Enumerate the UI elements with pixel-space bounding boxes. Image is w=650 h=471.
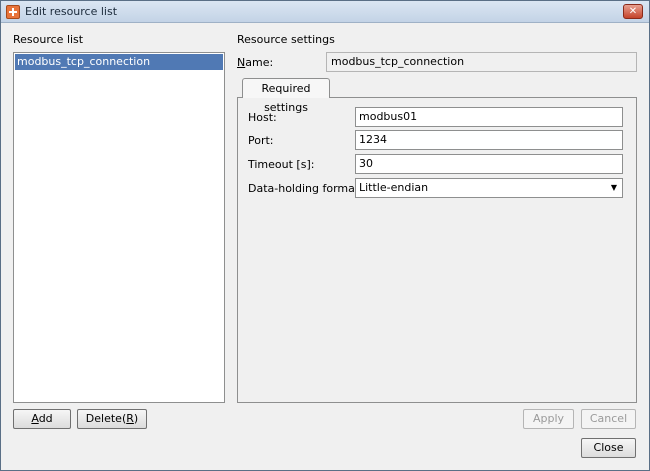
host-value: modbus01 — [359, 110, 418, 123]
window-close-button[interactable]: ✕ — [623, 4, 643, 19]
name-value: modbus_tcp_connection — [331, 55, 465, 68]
tab-required-settings[interactable]: Required settings — [242, 78, 330, 114]
delete-button[interactable]: Delete(R) — [77, 409, 147, 429]
delete-hotkey: R — [126, 412, 134, 425]
resource-list-heading: Resource list — [13, 33, 84, 46]
timeout-value: 30 — [359, 157, 373, 170]
name-label: Name: — [237, 56, 273, 69]
timeout-input[interactable]: 30 — [355, 154, 623, 174]
name-field[interactable]: modbus_tcp_connection — [326, 52, 637, 72]
name-hotkey: N — [237, 56, 246, 69]
close-label: Close — [593, 441, 624, 454]
host-input[interactable]: modbus01 — [355, 107, 623, 127]
add-label-rest: dd — [38, 412, 53, 425]
data-holding-format-select[interactable]: Little-endian ▼ — [355, 178, 623, 198]
chevron-down-icon[interactable]: ▼ — [607, 180, 621, 196]
close-button[interactable]: Close — [581, 438, 636, 458]
add-hotkey: A — [31, 412, 39, 425]
apply-label: Apply — [532, 412, 565, 425]
list-item-label: modbus_tcp_connection — [17, 55, 151, 68]
resource-settings-heading: Resource settings — [237, 33, 335, 46]
list-item[interactable]: modbus_tcp_connection — [15, 54, 223, 70]
edit-resource-list-dialog: Edit resource list ✕ Resource list modbu… — [0, 0, 650, 471]
apply-button[interactable]: Apply — [523, 409, 574, 429]
port-input[interactable]: 1234 — [355, 130, 623, 150]
resource-listbox[interactable]: modbus_tcp_connection — [13, 52, 225, 403]
timeout-label: Timeout [s]: — [248, 158, 315, 171]
cancel-label: Cancel — [589, 412, 628, 425]
cancel-button[interactable]: Cancel — [581, 409, 636, 429]
tab-label: Required settings — [261, 82, 311, 114]
add-button[interactable]: Add — [13, 409, 71, 429]
close-icon: ✕ — [628, 6, 638, 17]
delete-label-suffix: ) — [133, 412, 139, 425]
format-value: Little-endian — [359, 181, 429, 194]
app-icon — [6, 5, 20, 19]
port-value: 1234 — [359, 133, 387, 146]
data-holding-format-label: Data-holding format: — [248, 182, 363, 195]
port-label: Port: — [248, 134, 274, 147]
name-label-rest: ame: — [245, 56, 274, 69]
title-bar: Edit resource list ✕ — [1, 1, 649, 23]
window-title: Edit resource list — [25, 5, 118, 18]
delete-label-prefix: Delete( — [85, 412, 127, 425]
